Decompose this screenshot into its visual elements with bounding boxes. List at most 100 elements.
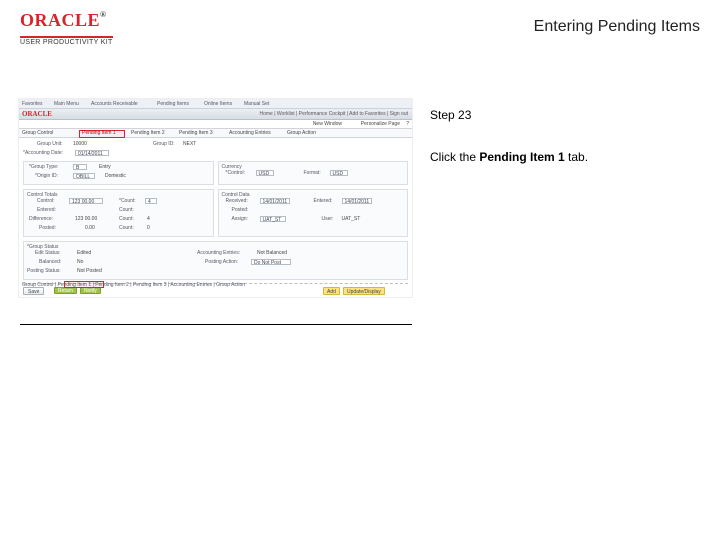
group-row: Group Unit: 10000 Group ID: NEXT	[23, 141, 408, 150]
save-button[interactable]: Save	[23, 287, 44, 295]
app-screenshot: Favorites Main Menu Accounts Receivable …	[18, 98, 413, 298]
crumb-online[interactable]: Online Items	[204, 101, 232, 107]
acct-date-field[interactable]: 01/14/2011	[75, 150, 109, 156]
post-action-field[interactable]: Do Not Post	[251, 259, 291, 265]
tot-posted-label: Posted:	[39, 225, 56, 231]
group-unit-label: Group Unit:	[37, 141, 63, 147]
tab-pending-item-1[interactable]: Pending Item 1	[82, 130, 116, 136]
tot-posted-val: 0.00	[85, 225, 95, 231]
tot-diff-val: 123 00.00	[75, 216, 97, 222]
edit-status-val: Edited	[77, 250, 91, 256]
assign-label: Assign:	[232, 216, 248, 222]
grouptype-label: *Group Type:	[29, 164, 58, 170]
logo-subtitle: USER PRODUCTIVITY KIT	[20, 36, 113, 46]
banner-links[interactable]: Home | Worklist | Performance Cockpit | …	[260, 111, 409, 117]
crumb-ar[interactable]: Accounts Receivable	[91, 101, 138, 107]
notify-button[interactable]: Notify	[80, 287, 101, 294]
instruction-panel: Step 23 Click the Pending Item 1 tab.	[430, 108, 690, 165]
edit-status-label: Edit Status:	[35, 250, 61, 256]
group-id-value: NEXT	[183, 141, 196, 147]
instr-post: tab.	[565, 150, 588, 164]
util-bar: New Window Personalize Page ?	[19, 120, 412, 129]
crumb-pending[interactable]: Pending Items	[157, 101, 189, 107]
group-status-section: *Group Status Edit Status:EditedAccounti…	[23, 241, 408, 280]
left-section: *Group Type: B Entry *Origin ID: OBILL D…	[23, 161, 214, 185]
control-data-section: Control Data Received:14/01/2011Entered:…	[218, 189, 409, 237]
logo-tm: ®	[100, 10, 106, 19]
tab-pending-item-2[interactable]: Pending Item 2	[131, 130, 165, 136]
tot-entered-label: Entered:	[37, 207, 56, 213]
logo-main: ORACLE	[20, 10, 100, 30]
post-action-label: Posting Action:	[205, 259, 238, 265]
aes-val: Not Balanced	[257, 250, 287, 256]
tot-ecount-label: Count:	[119, 207, 134, 213]
add-button[interactable]: Add	[323, 287, 340, 295]
post2-label: Posted:	[232, 207, 249, 213]
bal-label: Balanced:	[39, 259, 61, 265]
post-status-val: Not Posted	[77, 268, 102, 274]
link-newwindow[interactable]: New Window	[313, 121, 342, 127]
highlight-pending-item-1-footer	[64, 281, 104, 288]
button-row: Save Return Notify Add Update/Display	[23, 287, 408, 298]
tab-accounting-entries[interactable]: Accounting Entries	[229, 130, 271, 136]
tab-pending-item-3[interactable]: Pending Item 3	[179, 130, 213, 136]
user2-label: User:	[322, 216, 334, 222]
tot-pcount-label: Count:	[119, 225, 134, 231]
origin-label: *Origin ID:	[35, 173, 58, 179]
format-label: Format:	[304, 170, 321, 176]
group-id-label: Group ID:	[153, 141, 175, 147]
page-rule	[20, 324, 412, 325]
oracle-logo-text: ORACLE®	[20, 10, 113, 31]
tot-ccount-label: *Count:	[119, 198, 136, 204]
currency-section: Currency *Control: USD Format: USD	[218, 161, 409, 185]
menu-favorites[interactable]: Favorites	[22, 101, 43, 107]
footer-links[interactable]: Group Control | Pending Item 1 | Pending…	[22, 282, 245, 288]
ent2-label: Entered:	[314, 198, 333, 204]
ent2-field[interactable]: 14/01/2011	[342, 198, 372, 204]
grouptype-field[interactable]: B	[73, 164, 87, 170]
recv-label: Received:	[226, 198, 248, 204]
tot-dcount-val: 4	[147, 216, 150, 222]
entry-text: Entry	[99, 164, 111, 170]
acct-date-label: *Accounting Date:	[23, 150, 63, 156]
user2-val: UAT_ST	[342, 216, 361, 222]
link-personalize[interactable]: Personalize Page	[361, 121, 400, 127]
post-status-label: Posting Status:	[27, 268, 61, 274]
crumb-manual[interactable]: Manual Set	[244, 101, 269, 107]
tot-diff-label: Difference:	[29, 216, 53, 222]
group-unit-value: 10000	[73, 141, 87, 147]
oracle-banner: ORACLE Home | Worklist | Performance Coc…	[19, 109, 412, 120]
tab-group-action[interactable]: Group Action	[287, 130, 316, 136]
page-title: Entering Pending Items	[534, 18, 700, 36]
oracle-logo: ORACLE® USER PRODUCTIVITY KIT	[20, 10, 113, 49]
format-field[interactable]: USD	[330, 170, 348, 176]
tot-ccount-field[interactable]: 4	[145, 198, 157, 204]
return-button[interactable]: Return	[54, 287, 77, 294]
control-cur-field[interactable]: USD	[256, 170, 274, 176]
control-cur-label: *Control:	[226, 170, 245, 176]
form-body: Group Unit: 10000 Group ID: NEXT *Accoun…	[19, 138, 412, 291]
banner-logo: ORACLE	[22, 110, 52, 118]
instr-pre: Click the	[430, 150, 479, 164]
breadcrumb-bar: Favorites Main Menu Accounts Receivable …	[19, 99, 412, 109]
update-button[interactable]: Update/Display	[343, 287, 385, 295]
acct-date-row: *Accounting Date: 01/14/2011	[23, 150, 408, 159]
domestic-text: Domestic	[105, 173, 126, 179]
instr-target: Pending Item 1	[479, 150, 564, 164]
instruction-text: Click the Pending Item 1 tab.	[430, 150, 690, 166]
origin-field[interactable]: OBILL	[73, 173, 95, 179]
tab-group-control[interactable]: Group Control	[22, 130, 53, 136]
tot-dcount-label: Count:	[119, 216, 134, 222]
tot-pcount-val: 0	[147, 225, 150, 231]
footer-text[interactable]: Group Control | Pending Item 1 | Pending…	[22, 282, 245, 288]
help-icon[interactable]: ?	[406, 121, 409, 127]
assign-field[interactable]: UAT_ST	[260, 216, 286, 222]
control-totals-section: Control Totals Control:123 00.00*Count:4…	[23, 189, 214, 237]
menu-mainmenu[interactable]: Main Menu	[54, 101, 79, 107]
tot-control-label: Control:	[37, 198, 55, 204]
step-number: Step 23	[430, 108, 690, 124]
tot-control-field[interactable]: 123 00.00	[69, 198, 103, 204]
page-header: ORACLE® USER PRODUCTIVITY KIT Entering P…	[0, 0, 720, 58]
recv-field[interactable]: 14/01/2011	[260, 198, 290, 204]
tab-row: Group Control Pending Item 1 Pending Ite…	[19, 129, 412, 138]
